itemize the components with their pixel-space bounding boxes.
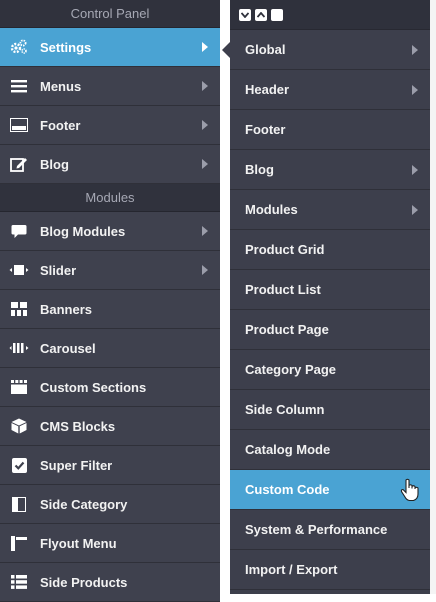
submenu-item-label: Header: [245, 82, 290, 97]
submenu-item-label: Modules: [245, 202, 298, 217]
submenu-item-label: Catalog Mode: [245, 442, 331, 457]
nav-item-label: Banners: [40, 301, 93, 317]
cogs-icon: [9, 37, 29, 57]
slider-icon: [9, 260, 29, 280]
checkbox-icon: [9, 455, 29, 475]
submenu-item-label: Footer: [245, 122, 286, 137]
nav-item-label: Super Filter: [40, 457, 113, 473]
chevron-right-icon: [412, 44, 418, 55]
submenu-item-system-performance[interactable]: System & Performance: [230, 510, 430, 550]
side-category-icon: [9, 494, 29, 514]
nav-item-label: Custom Sections: [40, 379, 147, 395]
nav-item-blog-modules[interactable]: Blog Modules: [0, 212, 220, 251]
submenu-toolbar: [230, 0, 430, 30]
chevron-right-icon: [412, 204, 418, 215]
submenu-item-catalog-mode[interactable]: Catalog Mode: [230, 430, 430, 470]
modules-header: Modules: [0, 184, 220, 212]
submenu-item-custom-code[interactable]: Custom Code: [230, 470, 430, 510]
nav-item-flyout-menu[interactable]: Flyout Menu: [0, 524, 220, 563]
hand-cursor-icon: [400, 478, 420, 507]
submenu-item-label: Blog: [245, 162, 274, 177]
comment-icon: [9, 221, 29, 241]
menu-lines-icon: [9, 76, 29, 96]
submenu-item-global[interactable]: Global: [222, 30, 430, 70]
nav-item-menus[interactable]: Menus: [0, 67, 220, 106]
submenu-pointer: [222, 42, 230, 58]
control-panel: Control Panel Settings Menus Footer Blog…: [0, 0, 220, 602]
submenu-item-side-column[interactable]: Side Column: [230, 390, 430, 430]
flyout-menu-icon: [9, 533, 29, 553]
nav-item-side-category[interactable]: Side Category: [0, 485, 220, 524]
nav-item-cms-blocks[interactable]: CMS Blocks: [0, 407, 220, 446]
nav-item-super-filter[interactable]: Super Filter: [0, 446, 220, 485]
submenu-item-label: Category Page: [245, 362, 337, 377]
submenu-item-label: Global: [245, 42, 286, 57]
carousel-icon: [9, 338, 29, 358]
submenu-item-label: Import / Export: [245, 562, 338, 577]
nav-item-blog[interactable]: Blog: [0, 145, 220, 184]
submenu-item-import-export[interactable]: Import / Export: [230, 550, 430, 590]
control-panel-header: Control Panel: [0, 0, 220, 28]
chevron-right-icon: [412, 84, 418, 95]
nav-item-label: Side Products: [40, 574, 128, 590]
nav-item-label: CMS Blocks: [40, 418, 116, 434]
submenu-item-label: Product Page: [245, 322, 329, 337]
submenu-item-modules[interactable]: Modules: [230, 190, 430, 230]
sections-icon: [9, 377, 29, 397]
edit-icon: [9, 154, 29, 174]
footer-icon: [9, 115, 29, 135]
submenu-item-label: Product List: [245, 282, 321, 297]
submenu-item-product-grid[interactable]: Product Grid: [230, 230, 430, 270]
panel-gap: [220, 0, 230, 594]
submenu-item-label: Product Grid: [245, 242, 325, 257]
nav-item-custom-sections[interactable]: Custom Sections: [0, 368, 220, 407]
chevron-right-icon: [202, 42, 208, 52]
nav-item-slider[interactable]: Slider: [0, 251, 220, 290]
submenu-item-label: System & Performance: [245, 522, 388, 537]
chevron-right-icon: [202, 265, 208, 275]
chevron-right-icon: [202, 120, 208, 130]
nav-item-footer[interactable]: Footer: [0, 106, 220, 145]
submenu-item-category-page[interactable]: Category Page: [230, 350, 430, 390]
nav-item-settings[interactable]: Settings: [0, 28, 220, 67]
nav-item-label: Carousel: [40, 340, 96, 356]
nav-item-label: Blog: [40, 156, 69, 172]
nav-item-label: Menus: [40, 78, 82, 94]
chevron-right-icon: [202, 81, 208, 91]
chevron-up-icon[interactable]: [255, 8, 267, 21]
nav-item-side-products[interactable]: Side Products: [0, 563, 220, 602]
submenu-item-footer[interactable]: Footer: [230, 110, 430, 150]
nav-item-label: Footer: [40, 117, 81, 133]
submenu-item-product-page[interactable]: Product Page: [230, 310, 430, 350]
nav-item-label: Slider: [40, 262, 77, 278]
settings-submenu: Global Header Footer Blog Modules Produc…: [222, 0, 430, 594]
chevron-right-icon: [202, 226, 208, 236]
banners-grid-icon: [9, 299, 29, 319]
nav-item-label: Settings: [40, 39, 92, 55]
nav-item-banners[interactable]: Banners: [0, 290, 220, 329]
submenu-item-label: Custom Code: [245, 482, 330, 497]
submenu-item-label: Side Column: [245, 402, 325, 417]
nav-item-label: Blog Modules: [40, 223, 126, 239]
cube-icon: [9, 416, 29, 436]
nav-item-label: Flyout Menu: [40, 535, 117, 551]
chevron-right-icon: [412, 164, 418, 175]
list-icon: [9, 572, 29, 592]
submenu-item-blog[interactable]: Blog: [230, 150, 430, 190]
submenu-item-product-list[interactable]: Product List: [230, 270, 430, 310]
background-content-edge: [430, 0, 436, 594]
submenu-item-header[interactable]: Header: [230, 70, 430, 110]
nav-item-label: Side Category: [40, 496, 128, 512]
chevron-down-icon[interactable]: [239, 8, 251, 21]
chevron-right-icon: [202, 159, 208, 169]
checkbox-toggle[interactable]: [271, 8, 283, 21]
nav-item-carousel[interactable]: Carousel: [0, 329, 220, 368]
